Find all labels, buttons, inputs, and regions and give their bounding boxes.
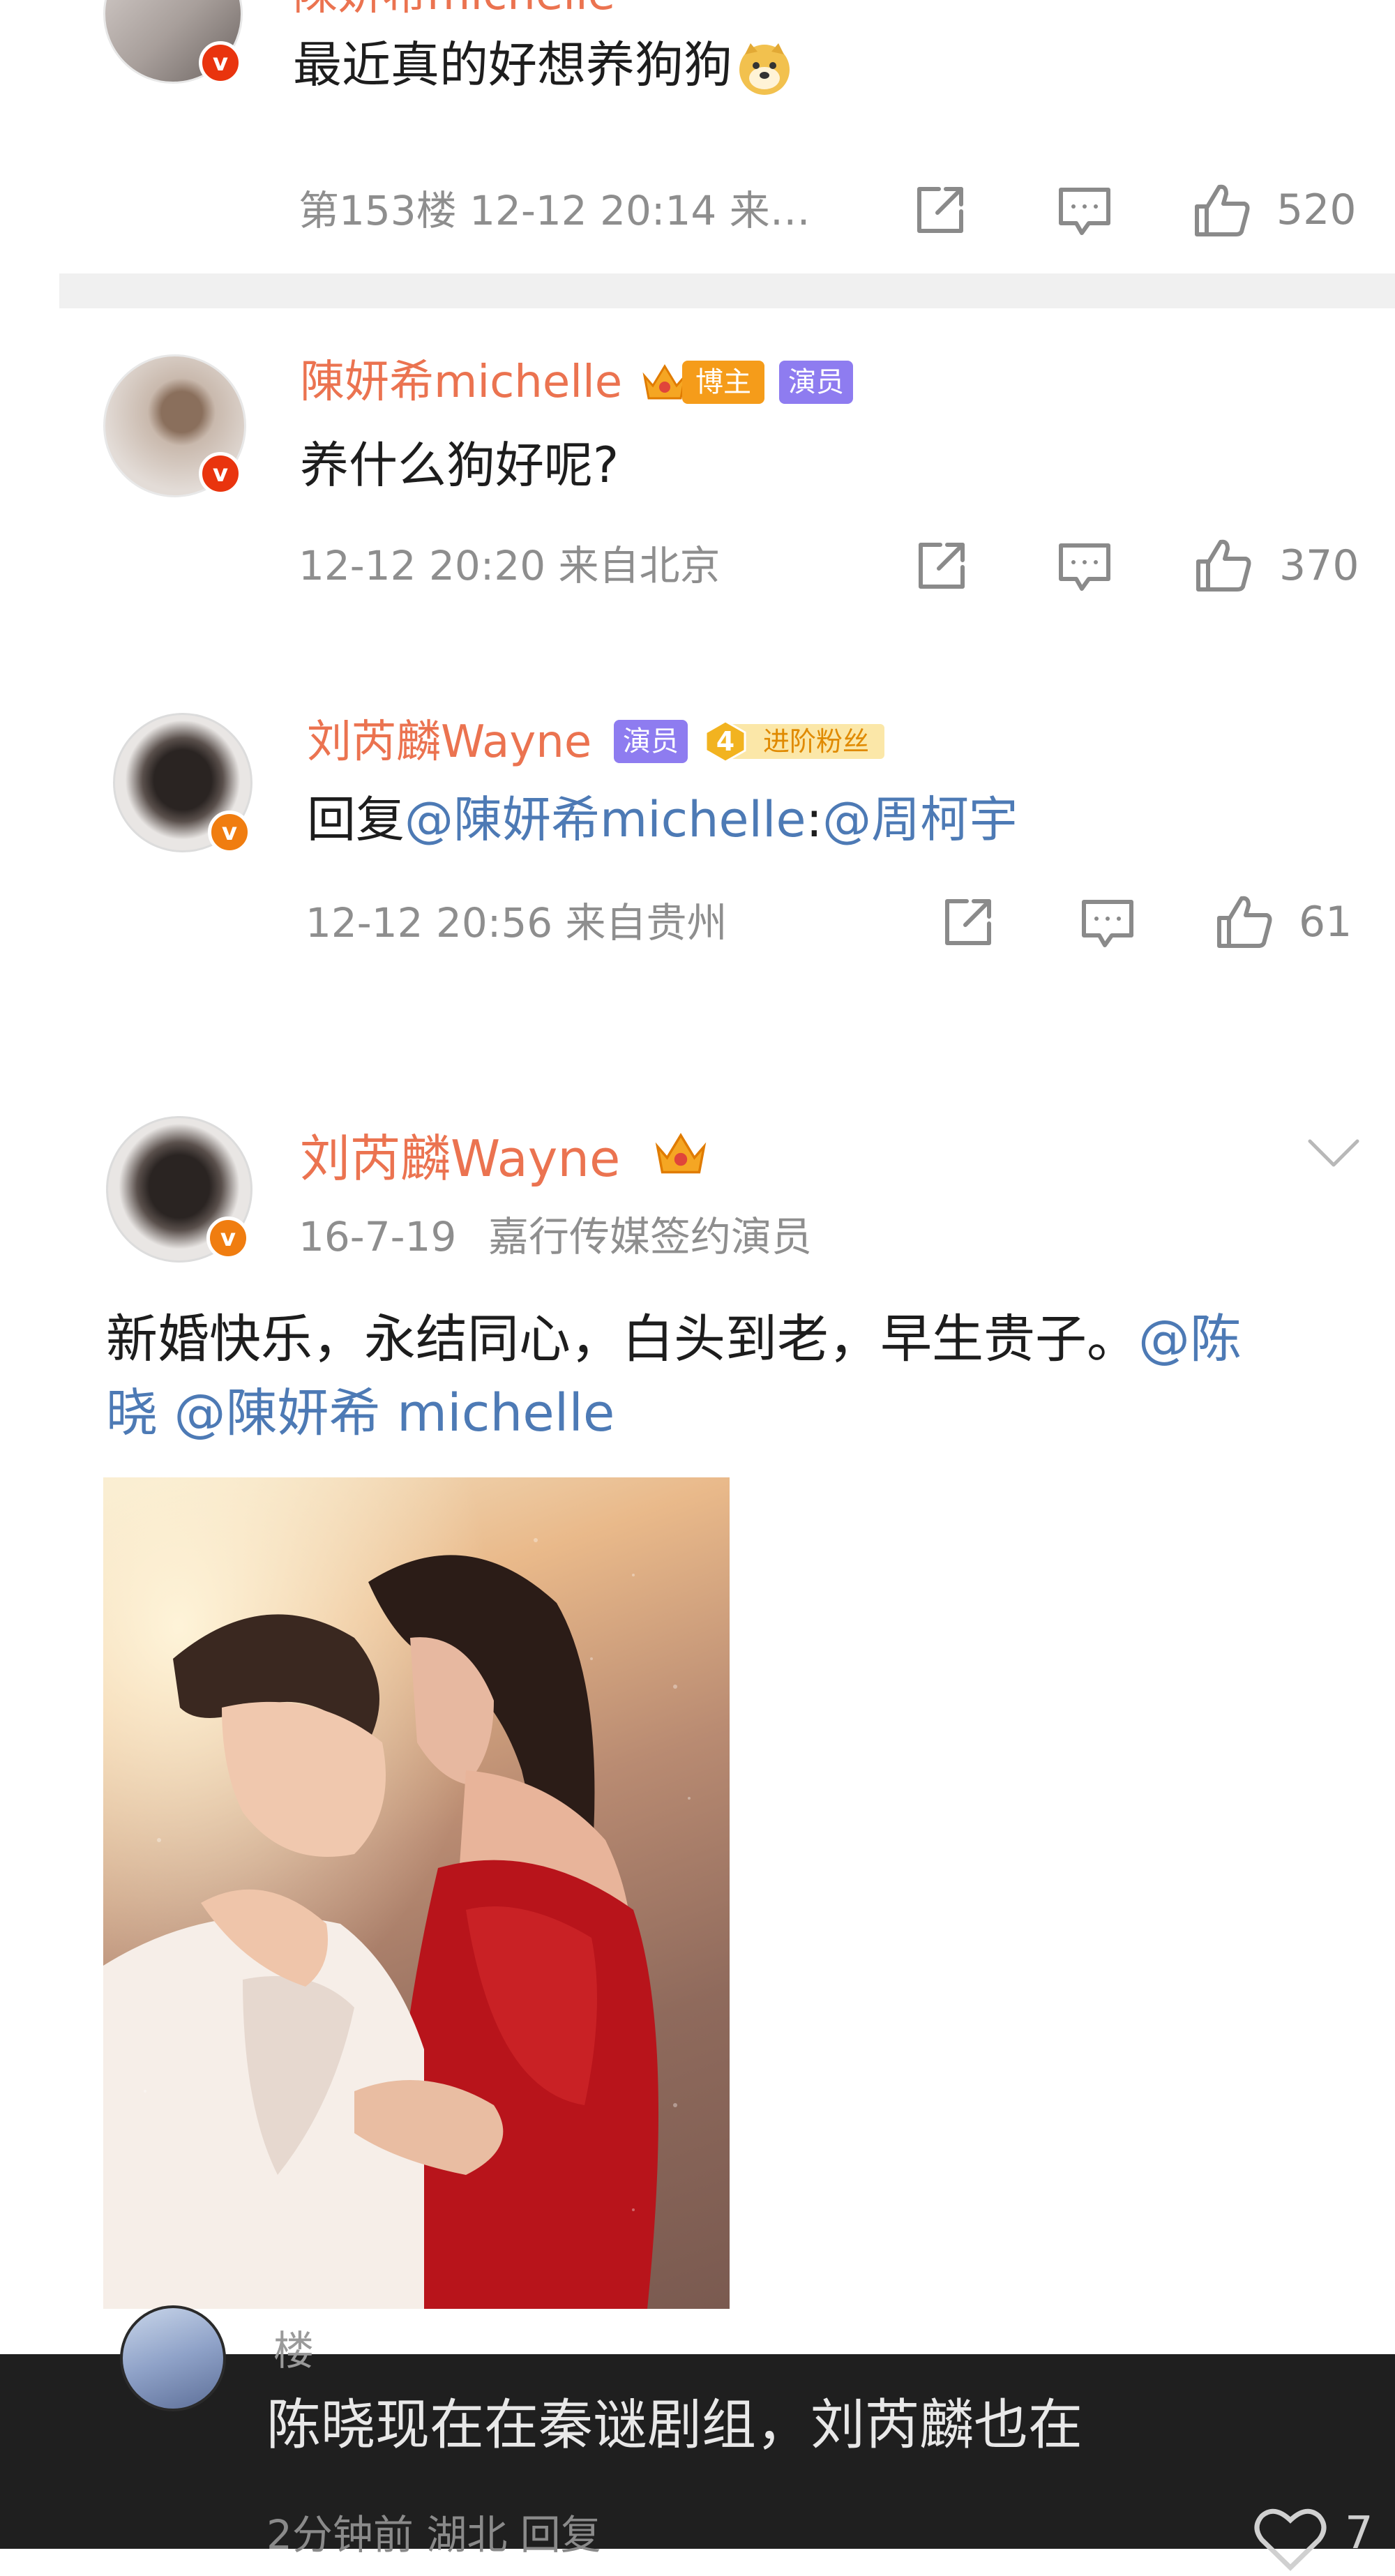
like-icon[interactable] <box>1194 535 1254 598</box>
heart-icon[interactable] <box>1252 2503 1329 2576</box>
share-icon[interactable] <box>914 183 967 239</box>
post-username[interactable]: 刘芮麟Wayne <box>300 1127 620 1190</box>
comment-meta: 12-12 20:56 来自贵州 <box>306 899 727 947</box>
like-count: 61 <box>1299 898 1352 947</box>
verified-badge-icon: v <box>208 811 251 854</box>
doge-emoji-icon <box>735 39 794 98</box>
overlay-comment-text: 陈晓现在在秦谜剧组，刘芮麟也在 <box>266 2394 1083 2457</box>
like-count: 370 <box>1279 541 1359 590</box>
comment-text: 最近真的好想养狗狗 <box>293 33 794 98</box>
like-count: 520 <box>1276 186 1357 234</box>
post-text-line-2: 晓 @陳妍希 michelle <box>106 1380 614 1447</box>
comment-text: 养什么狗好呢? <box>300 437 619 494</box>
fan-level: 4 <box>716 726 735 757</box>
comment-username[interactable]: 陳妍希michelle <box>300 354 622 410</box>
overlay-comment-meta: 2分钟前 湖北 回复 <box>266 2511 601 2559</box>
overlay-like-count: 7 <box>1345 2508 1373 2559</box>
share-icon[interactable] <box>915 539 968 595</box>
comment-username-partial[interactable]: 陳妍希michelle <box>293 0 615 22</box>
post-text-line-1: 新婚快乐，永结同心，白头到老，早生贵子。@陈 <box>106 1309 1242 1369</box>
mention-link[interactable]: @陳妍希 michelle <box>174 1383 615 1443</box>
like-icon[interactable] <box>1215 891 1275 954</box>
comment-meta: 第153楼 12-12 20:14 来… <box>299 187 810 234</box>
like-icon[interactable] <box>1193 180 1253 243</box>
comment-username[interactable]: 刘芮麟Wayne <box>307 714 591 770</box>
overlay-commenter-name: 楼 <box>273 2327 315 2374</box>
mention-link[interactable]: 晓 <box>106 1383 158 1443</box>
post-source: 嘉行传媒签约演员 <box>488 1213 813 1260</box>
mention-link[interactable]: @陈 <box>1138 1309 1242 1369</box>
chevron-down-icon[interactable] <box>1306 1136 1362 1173</box>
share-icon[interactable] <box>942 896 995 951</box>
verified-badge-icon: v <box>199 452 242 495</box>
comment-icon[interactable] <box>1057 541 1113 597</box>
crown-icon <box>652 1127 709 1183</box>
badge-actor: 演员 <box>779 361 853 404</box>
mention-link[interactable]: @陳妍希michelle <box>405 791 806 848</box>
fan-badge: 4 进阶粉丝 <box>703 718 886 764</box>
badge-actor: 演员 <box>614 720 688 763</box>
verified-badge-icon: v <box>199 41 242 84</box>
couple-photo-illustration <box>103 1477 730 2309</box>
comment-icon[interactable] <box>1057 186 1113 241</box>
post-photo[interactable] <box>103 1477 730 2309</box>
comment-meta: 12-12 20:20 来自北京 <box>299 542 721 589</box>
verified-badge-icon: v <box>206 1217 250 1260</box>
overlay-commenter-avatar[interactable] <box>120 2305 226 2411</box>
badge-blogger: 博主 <box>682 361 764 404</box>
section-divider <box>59 273 1395 308</box>
reply-text: 回复@陳妍希michelle:@周柯宇 <box>307 791 1018 848</box>
overlay-comment-panel: 楼 陈晓现在在秦谜剧组，刘芮麟也在 2分钟前 湖北 回复 7 <box>0 2305 1395 2571</box>
fan-badge-label: 进阶粉丝 <box>763 726 870 757</box>
post-date: 16-7-19 <box>299 1213 457 1260</box>
mention-link[interactable]: @周柯宇 <box>822 791 1018 848</box>
comment-icon[interactable] <box>1080 898 1136 954</box>
